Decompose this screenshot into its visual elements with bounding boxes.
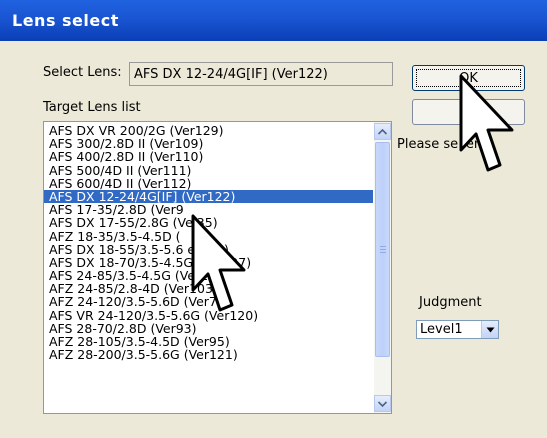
scrollbar-thumb[interactable] xyxy=(375,142,390,357)
chevron-down-icon[interactable] xyxy=(481,321,498,338)
list-scrollbar[interactable] xyxy=(374,122,391,413)
judgment-select[interactable]: Level1 xyxy=(416,320,499,339)
dialog-window: Lens select Select Lens: AFS DX 12-24/4G… xyxy=(0,0,547,438)
chevron-up-icon[interactable] xyxy=(374,123,391,140)
select-lens-label: Select Lens: xyxy=(43,65,122,80)
target-lens-list-label: Target Lens list xyxy=(43,100,141,115)
list-item[interactable]: AFZ 28-200/3.5-5.6G (Ver121) xyxy=(44,348,373,361)
list-item[interactable]: AFS 500/4D II (Ver111) xyxy=(44,163,373,176)
arrow-cursor-icon xyxy=(459,74,514,172)
judgment-value: Level1 xyxy=(420,322,463,337)
judgment-label: Judgment xyxy=(419,295,482,310)
list-item[interactable]: AFS 600/4D II (Ver112) xyxy=(44,177,373,190)
title-bar[interactable]: Lens select xyxy=(0,0,547,41)
arrow-cursor-icon xyxy=(191,214,246,312)
window-title: Lens select xyxy=(12,11,119,30)
chevron-down-icon[interactable] xyxy=(374,395,391,412)
select-lens-field: AFS DX 12-24/4G[IF] (Ver122) xyxy=(129,62,393,86)
list-item[interactable]: AFS 400/2.8D II (Ver110) xyxy=(44,150,373,163)
